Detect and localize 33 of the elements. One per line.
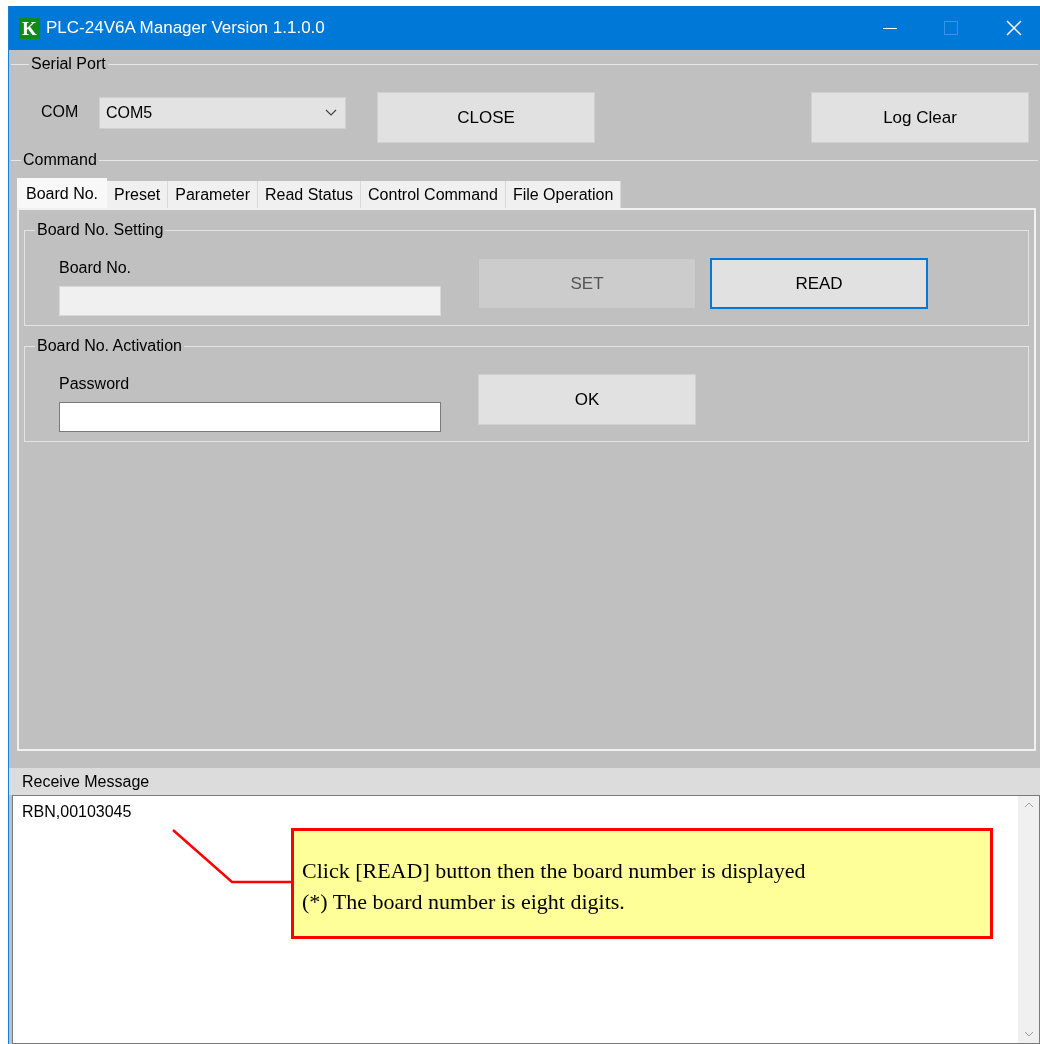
window-title: PLC-24V6A Manager Version 1.1.0.0 [46,17,325,40]
close-icon[interactable] [1006,20,1022,36]
action-button[interactable]: OK [478,374,696,425]
scroll-up-icon[interactable] [1023,802,1034,808]
log-clear-button[interactable]: Log Clear [811,92,1029,143]
tab[interactable]: Parameter [168,181,258,208]
action-button[interactable]: READ [710,258,928,309]
tab[interactable]: File Operation [505,181,622,208]
tab[interactable]: Read Status [258,181,362,208]
input-field[interactable] [59,402,441,432]
minimize-icon[interactable] [883,27,897,29]
com-label: COM [41,102,80,122]
close-port-button[interactable]: CLOSE [377,92,595,143]
annotation-text: Click [READ] button then the board number is displayed [302,857,807,885]
field-label: Password [59,374,131,394]
field-label: Board No. [59,258,133,278]
chevron-down-icon [325,109,337,117]
app-logo: K [19,17,40,39]
tab[interactable]: Control Command [361,181,506,208]
com-value: COM5 [106,103,153,123]
log-line: RBN,00103045 [22,802,133,822]
com-dropdown[interactable]: COM5 [99,97,346,129]
group-title: Serial Port [30,54,107,74]
maximize-icon[interactable] [944,21,958,35]
group-title: Board No. Activation [36,336,183,356]
scroll-down-icon[interactable] [1023,1031,1034,1037]
group-title: Command [22,150,98,170]
scrollbar[interactable] [1018,796,1039,1043]
group-title: Board No. Setting [36,220,165,240]
tab[interactable]: Board No. [17,178,108,208]
annotation-text: (*) The board number is eight digits. [302,888,626,916]
tab[interactable]: Preset [107,181,169,208]
receive-title: Receive Message [22,771,150,792]
